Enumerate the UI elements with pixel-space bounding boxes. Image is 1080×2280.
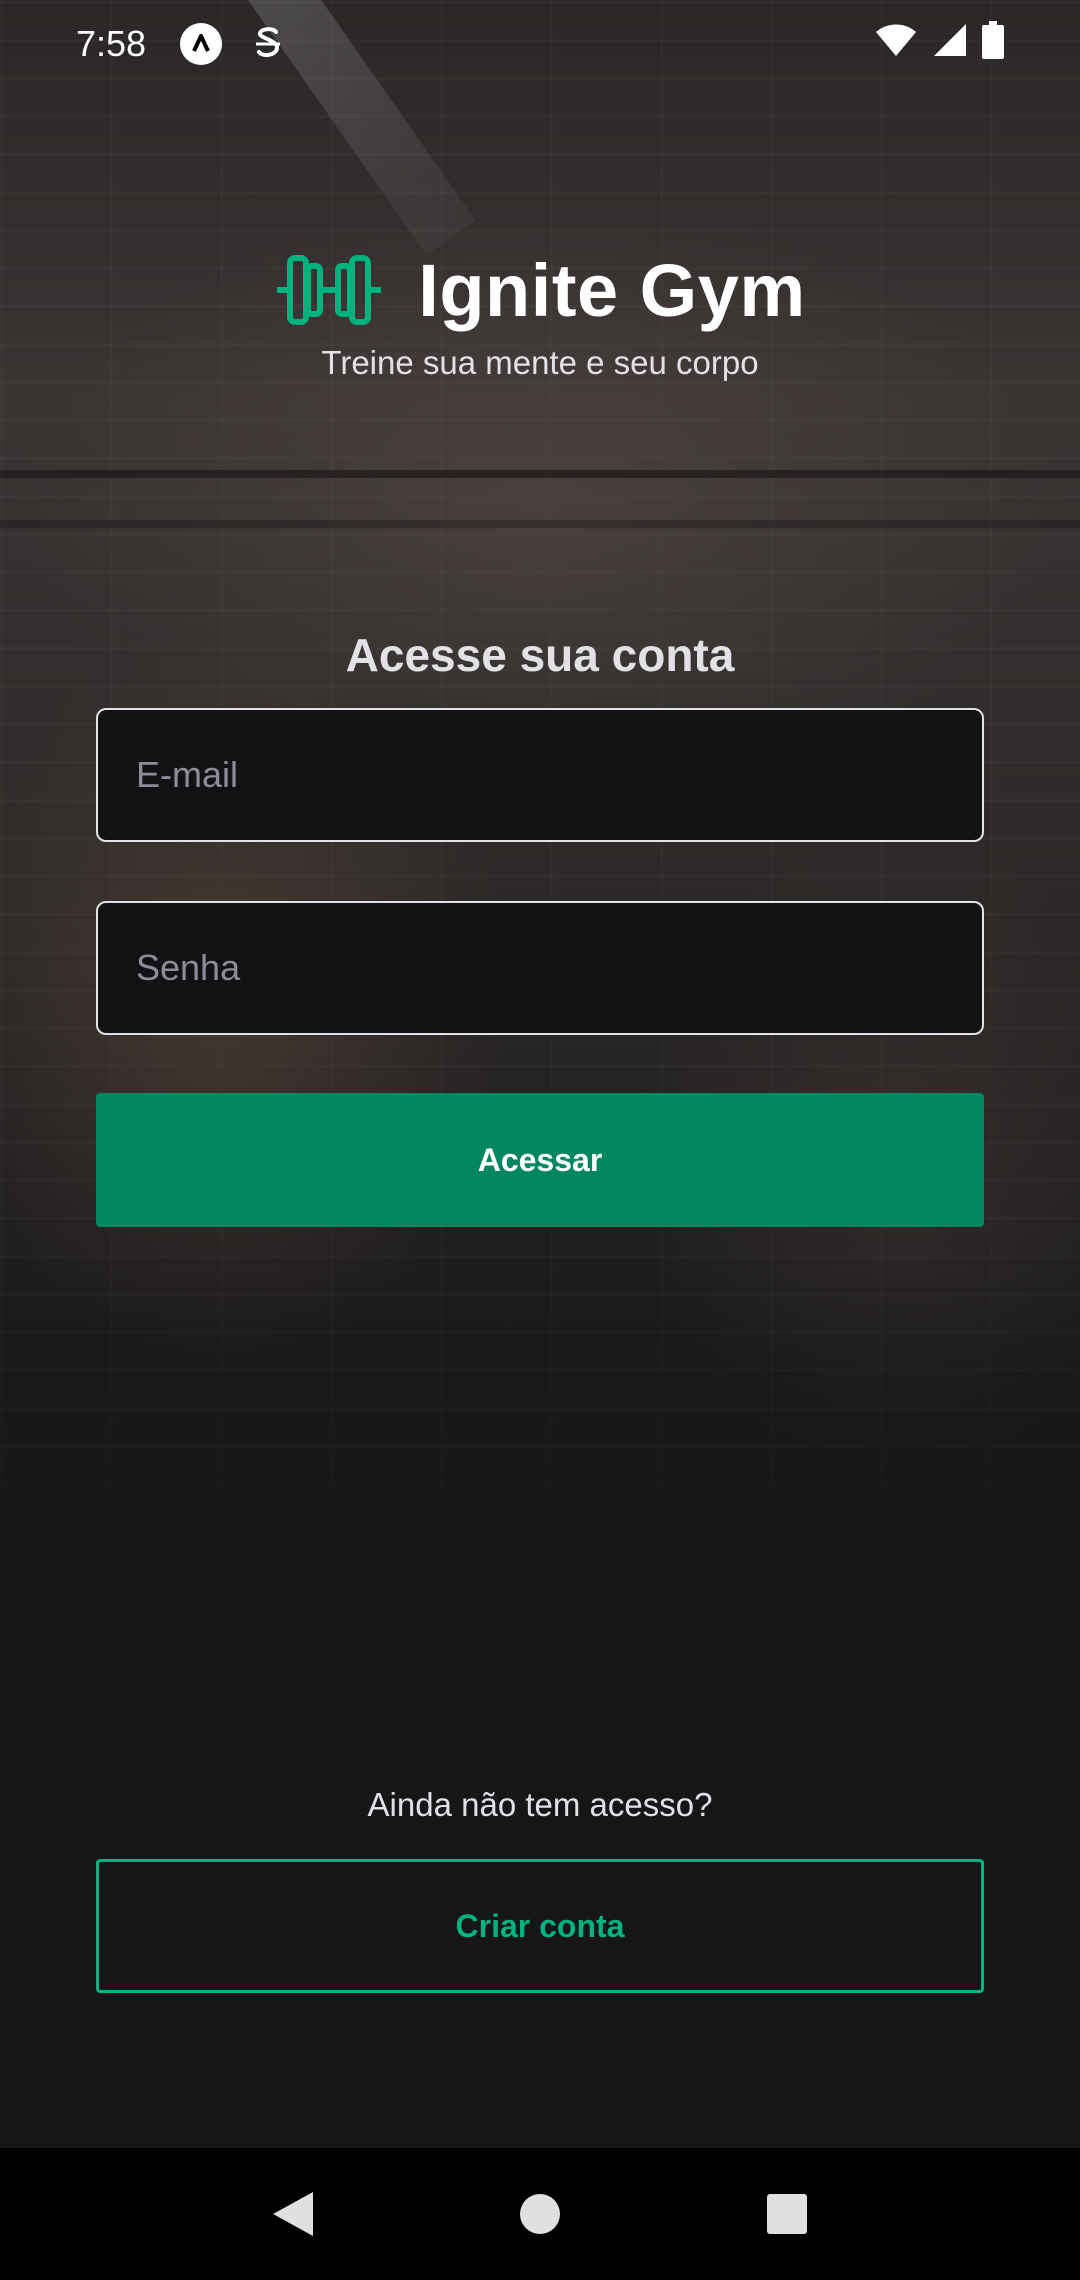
- dumbbell-icon: [274, 250, 384, 330]
- background-rail: [0, 520, 1080, 528]
- tagline: Treine sua mente e seu corpo: [321, 344, 759, 381]
- wifi-icon: [874, 22, 918, 67]
- no-access-text: Ainda não tem acesso?: [367, 1786, 713, 1823]
- recents-icon[interactable]: [747, 2174, 827, 2254]
- signal-icon: [932, 22, 968, 67]
- background-rail: [0, 470, 1080, 478]
- navigation-bar: [0, 2148, 1080, 2280]
- battery-icon: [982, 20, 1004, 68]
- status-indicators: [874, 20, 1004, 68]
- login-title: Acesse sua conta: [345, 629, 735, 681]
- status-bar: 7:58: [0, 0, 1080, 88]
- create-account-button[interactable]: Criar conta: [96, 1859, 984, 1993]
- home-icon[interactable]: [500, 2174, 580, 2254]
- logo-row: Ignite Gym: [0, 240, 1080, 340]
- brand-name: Ignite Gym: [418, 248, 806, 332]
- status-time: 7:58: [76, 23, 147, 64]
- background-fade: [0, 1250, 1080, 1650]
- app-a-icon: [180, 23, 223, 65]
- login-button[interactable]: Acessar: [96, 1093, 984, 1227]
- login-screen: 7:58 Ignite Gym Treine sua mente e seu c…: [0, 0, 1080, 2280]
- s-notification-icon: [250, 24, 286, 64]
- email-input[interactable]: [96, 708, 984, 842]
- password-input[interactable]: [96, 901, 984, 1035]
- back-icon[interactable]: [253, 2174, 333, 2254]
